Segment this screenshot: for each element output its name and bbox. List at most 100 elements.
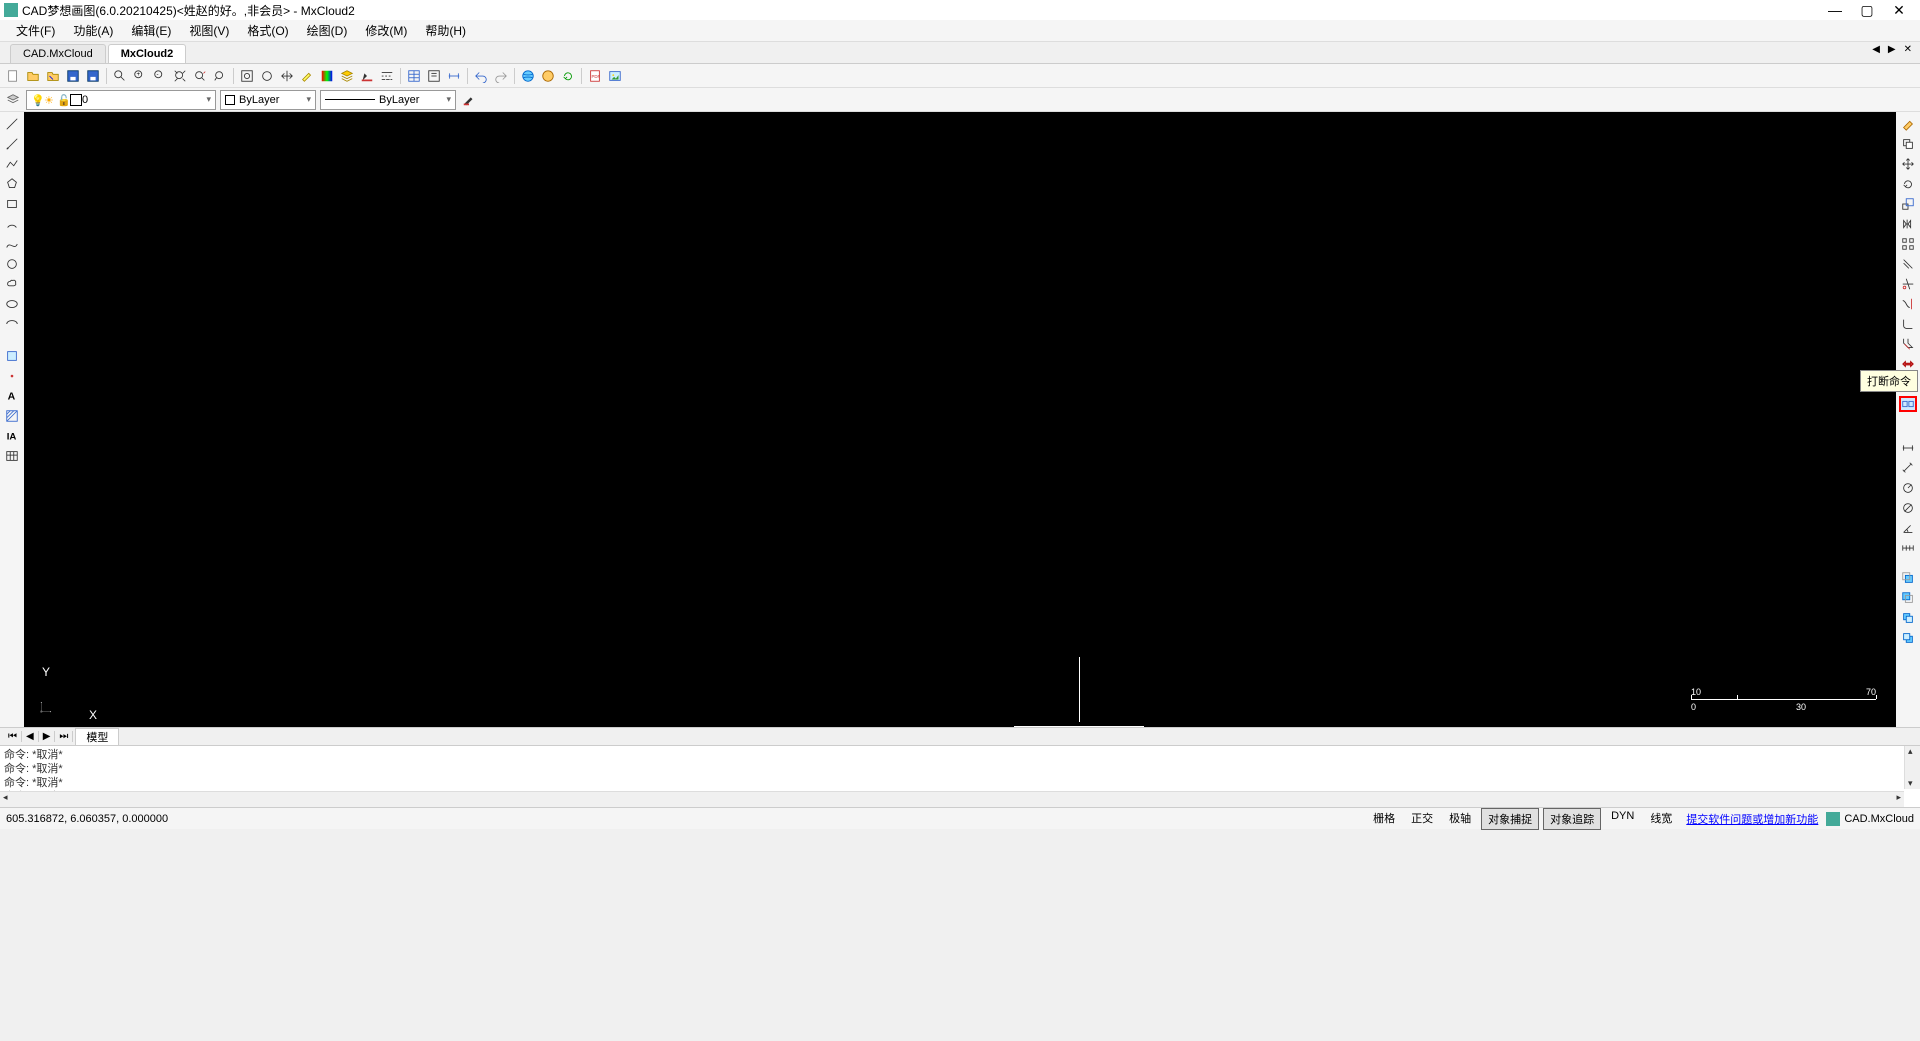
toggle-grid[interactable]: 栅格: [1367, 808, 1401, 830]
toggle-polar[interactable]: 极轴: [1443, 808, 1477, 830]
rotate-icon[interactable]: [1899, 176, 1917, 192]
new-icon[interactable]: [4, 67, 22, 85]
open-icon[interactable]: [24, 67, 42, 85]
brush-icon[interactable]: [460, 91, 478, 109]
layout-next-icon[interactable]: ▶: [39, 731, 56, 742]
rectangle-icon[interactable]: [3, 196, 21, 212]
dim-continue-icon[interactable]: [1899, 540, 1917, 556]
pdf-icon[interactable]: PDF: [586, 67, 604, 85]
command-vscroll[interactable]: ▴▾: [1904, 746, 1920, 789]
menu-format[interactable]: 格式(O): [239, 20, 296, 41]
hatch-icon[interactable]: [3, 408, 21, 424]
drawing-canvas[interactable]: Y X 1070 030: [24, 112, 1896, 727]
menu-draw[interactable]: 绘图(D): [299, 20, 356, 41]
scale-icon[interactable]: [1899, 196, 1917, 212]
offset-icon[interactable]: [1899, 256, 1917, 272]
circle-icon[interactable]: [3, 256, 21, 272]
tab-prev-icon[interactable]: ◀: [1869, 44, 1883, 55]
tab-close-icon[interactable]: ✕: [1901, 44, 1915, 55]
refresh-icon[interactable]: [559, 67, 577, 85]
color-icon[interactable]: [358, 67, 376, 85]
save-icon[interactable]: [64, 67, 82, 85]
trim-icon[interactable]: [1899, 276, 1917, 292]
table-icon[interactable]: [405, 67, 423, 85]
web-icon[interactable]: [539, 67, 557, 85]
linetype-icon[interactable]: [378, 67, 396, 85]
toggle-osnap[interactable]: 对象捕捉: [1481, 808, 1539, 830]
highlight-icon[interactable]: [298, 67, 316, 85]
menu-help[interactable]: 帮助(H): [417, 20, 474, 41]
layout-prev-icon[interactable]: ◀: [22, 731, 39, 742]
extend-icon[interactable]: [1899, 296, 1917, 312]
mtext-icon[interactable]: IA: [3, 428, 21, 444]
layout-last-icon[interactable]: ⏭: [55, 731, 73, 742]
color-dropdown[interactable]: ByLayer ▾: [220, 90, 316, 110]
redo-icon[interactable]: [492, 67, 510, 85]
dim-radius-icon[interactable]: [1899, 480, 1917, 496]
tab-next-icon[interactable]: ▶: [1885, 44, 1899, 55]
command-hscroll[interactable]: ◂▸: [0, 791, 1904, 807]
zoom-realtime-icon[interactable]: [191, 67, 209, 85]
zoom-out-icon[interactable]: -: [151, 67, 169, 85]
arc-icon[interactable]: [3, 216, 21, 232]
minimize-button[interactable]: —: [1828, 2, 1842, 19]
toggle-lwt[interactable]: 线宽: [1644, 808, 1678, 830]
copy-icon[interactable]: [1899, 136, 1917, 152]
send-back-icon[interactable]: [1899, 590, 1917, 606]
dim-angular-icon[interactable]: [1899, 520, 1917, 536]
toggle-ortho[interactable]: 正交: [1405, 808, 1439, 830]
linetype-dropdown[interactable]: ByLayer ▾: [320, 90, 456, 110]
layers-icon[interactable]: [338, 67, 356, 85]
zoom-prev-icon[interactable]: [211, 67, 229, 85]
revcloud-icon[interactable]: [3, 276, 21, 292]
ray-icon[interactable]: [3, 136, 21, 152]
image-icon[interactable]: [606, 67, 624, 85]
layer-dropdown[interactable]: 💡 ☀ 🔓 0 ▾: [26, 90, 216, 110]
dim-linear-icon[interactable]: [1899, 440, 1917, 456]
doc-tab-0[interactable]: CAD.MxCloud: [10, 44, 106, 63]
pan-icon[interactable]: [278, 67, 296, 85]
bring-above-icon[interactable]: [1899, 610, 1917, 626]
menu-view[interactable]: 视图(V): [181, 20, 237, 41]
text-icon[interactable]: A: [3, 388, 21, 404]
move-icon[interactable]: [1899, 156, 1917, 172]
layer-manager-icon[interactable]: [4, 91, 22, 109]
ellipse-arc-icon[interactable]: [3, 316, 21, 332]
bring-front-icon[interactable]: [1899, 570, 1917, 586]
zoom-all-icon[interactable]: [238, 67, 256, 85]
zoom-window-icon[interactable]: [111, 67, 129, 85]
send-below-icon[interactable]: [1899, 630, 1917, 646]
open2-icon[interactable]: [44, 67, 62, 85]
toggle-otrack[interactable]: 对象追踪: [1543, 808, 1601, 830]
dim-aligned-icon[interactable]: [1899, 460, 1917, 476]
gradient-icon[interactable]: [318, 67, 336, 85]
doc-tab-1[interactable]: MxCloud2: [108, 44, 187, 63]
toggle-dyn[interactable]: DYN: [1605, 808, 1640, 830]
chamfer-icon[interactable]: [1899, 336, 1917, 352]
maximize-button[interactable]: ▢: [1860, 2, 1874, 19]
zoom-center-icon[interactable]: [258, 67, 276, 85]
polyline-icon[interactable]: [3, 156, 21, 172]
close-button[interactable]: ✕: [1892, 2, 1906, 19]
command-window[interactable]: 命令: *取消* 命令: *取消* 命令: *取消* 命令: *取消* 命令: …: [0, 745, 1920, 807]
ellipse-icon[interactable]: [3, 296, 21, 312]
menu-file[interactable]: 文件(F): [8, 20, 63, 41]
menu-edit[interactable]: 编辑(E): [123, 20, 179, 41]
erase-icon[interactable]: [1899, 116, 1917, 132]
globe-icon[interactable]: [519, 67, 537, 85]
dimension-icon[interactable]: [445, 67, 463, 85]
array-icon[interactable]: [1899, 236, 1917, 252]
properties-icon[interactable]: [425, 67, 443, 85]
model-tab[interactable]: 模型: [75, 728, 119, 746]
point-icon[interactable]: [3, 368, 21, 384]
break-icon[interactable]: [1899, 396, 1917, 412]
mirror-icon[interactable]: [1899, 216, 1917, 232]
menu-function[interactable]: 功能(A): [65, 20, 121, 41]
fillet-icon[interactable]: [1899, 316, 1917, 332]
saveas-icon[interactable]: [84, 67, 102, 85]
dim-diameter-icon[interactable]: [1899, 500, 1917, 516]
zoom-extents-icon[interactable]: [171, 67, 189, 85]
zoom-in-icon[interactable]: +: [131, 67, 149, 85]
feedback-link[interactable]: 提交软件问题或增加新功能: [1686, 811, 1818, 827]
table2-icon[interactable]: [3, 448, 21, 464]
